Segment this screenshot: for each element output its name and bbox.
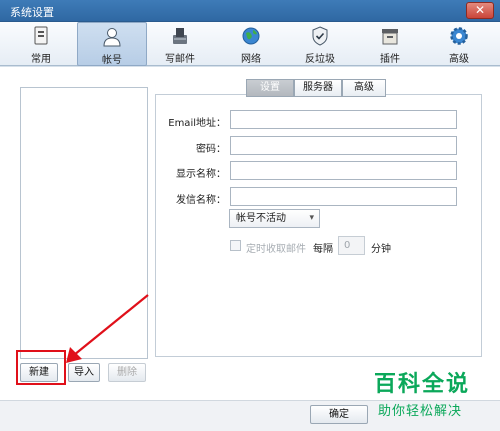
tab-server[interactable]: 服务器: [294, 79, 342, 97]
email-field[interactable]: [230, 110, 457, 129]
toolbar-antispam[interactable]: 反垃圾: [295, 22, 345, 66]
delete-button[interactable]: 删除: [108, 363, 146, 382]
antispam-icon: [312, 26, 328, 46]
toolbar-account[interactable]: 帐号: [77, 22, 147, 66]
advanced-icon: [450, 27, 468, 45]
sender-name-label: 发信名称：: [176, 195, 226, 206]
tab-advanced[interactable]: 高级: [342, 79, 386, 97]
toolbar-plugin[interactable]: 插件: [365, 22, 415, 66]
account-icon: [103, 28, 121, 47]
display-name-field[interactable]: [230, 161, 457, 180]
toolbar-label: 网络: [241, 54, 261, 65]
password-label: 密码：: [196, 144, 226, 155]
toolbar-network[interactable]: 网络: [226, 22, 276, 66]
email-label: Email地址：: [168, 118, 226, 129]
password-field[interactable]: [230, 136, 457, 155]
account-status-select[interactable]: 帐号不活动 ▾: [229, 209, 320, 228]
interval-input[interactable]: 0: [338, 236, 365, 255]
toolbar-label: 常用: [31, 54, 51, 65]
compose-icon: [173, 28, 187, 44]
auto-check-label: 定时收取邮件: [246, 244, 306, 255]
toolbar-advanced[interactable]: 高级: [434, 22, 484, 66]
toolbar-label: 写邮件: [165, 54, 195, 65]
toolbar-label: 插件: [380, 54, 400, 65]
network-icon: [242, 27, 260, 45]
window-title: 系统设置: [10, 6, 54, 19]
close-button[interactable]: ✕: [466, 2, 494, 19]
plugin-icon: [382, 29, 398, 45]
account-status-value: 帐号不活动: [236, 213, 286, 224]
toolbar-common[interactable]: 常用: [16, 22, 66, 66]
toolbar-compose[interactable]: 写邮件: [155, 22, 205, 66]
toolbar-label: 高级: [449, 54, 469, 65]
display-name-label: 显示名称：: [176, 169, 226, 180]
settings-body: 设置 服务器 高级 Email地址： 密码： 显示名称： 发信名称： 帐号不活动…: [0, 67, 500, 431]
settings-toolbar: 常用 帐号 写邮件 网络 反垃圾 插件 高级: [0, 22, 500, 66]
toolbar-label: 反垃圾: [305, 54, 335, 65]
toolbar-label: 帐号: [102, 55, 122, 66]
chevron-down-icon: ▾: [309, 213, 314, 223]
highlight-box: [16, 350, 66, 385]
watermark-title: 百科全说: [374, 372, 471, 397]
interval-label: 每隔: [313, 244, 333, 255]
ok-button[interactable]: 确定: [310, 405, 368, 424]
interval-unit: 分钟: [371, 244, 391, 255]
common-icon: [34, 26, 48, 45]
watermark-subtitle: 助你轻松解决: [378, 404, 463, 419]
red-arrow-annotation: [66, 294, 149, 363]
auto-check-checkbox[interactable]: [230, 240, 241, 251]
import-button[interactable]: 导入: [68, 363, 100, 382]
tab-settings[interactable]: 设置: [246, 79, 294, 97]
sender-name-field[interactable]: [230, 187, 457, 206]
watermark-logo: 百科全说 助你轻松解决: [368, 364, 496, 429]
title-bar: 系统设置 ✕: [0, 0, 500, 22]
